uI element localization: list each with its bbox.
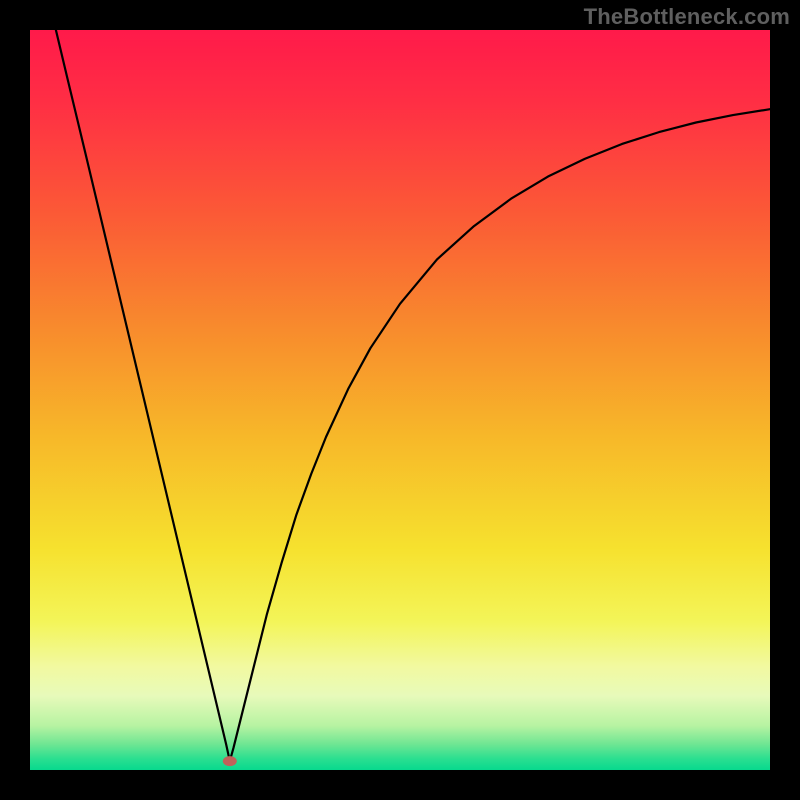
chart-frame: TheBottleneck.com <box>0 0 800 800</box>
chart-svg <box>30 30 770 770</box>
watermark-text: TheBottleneck.com <box>584 4 790 30</box>
optimum-marker <box>223 756 237 766</box>
gradient-background <box>30 30 770 770</box>
plot-area <box>30 30 770 770</box>
